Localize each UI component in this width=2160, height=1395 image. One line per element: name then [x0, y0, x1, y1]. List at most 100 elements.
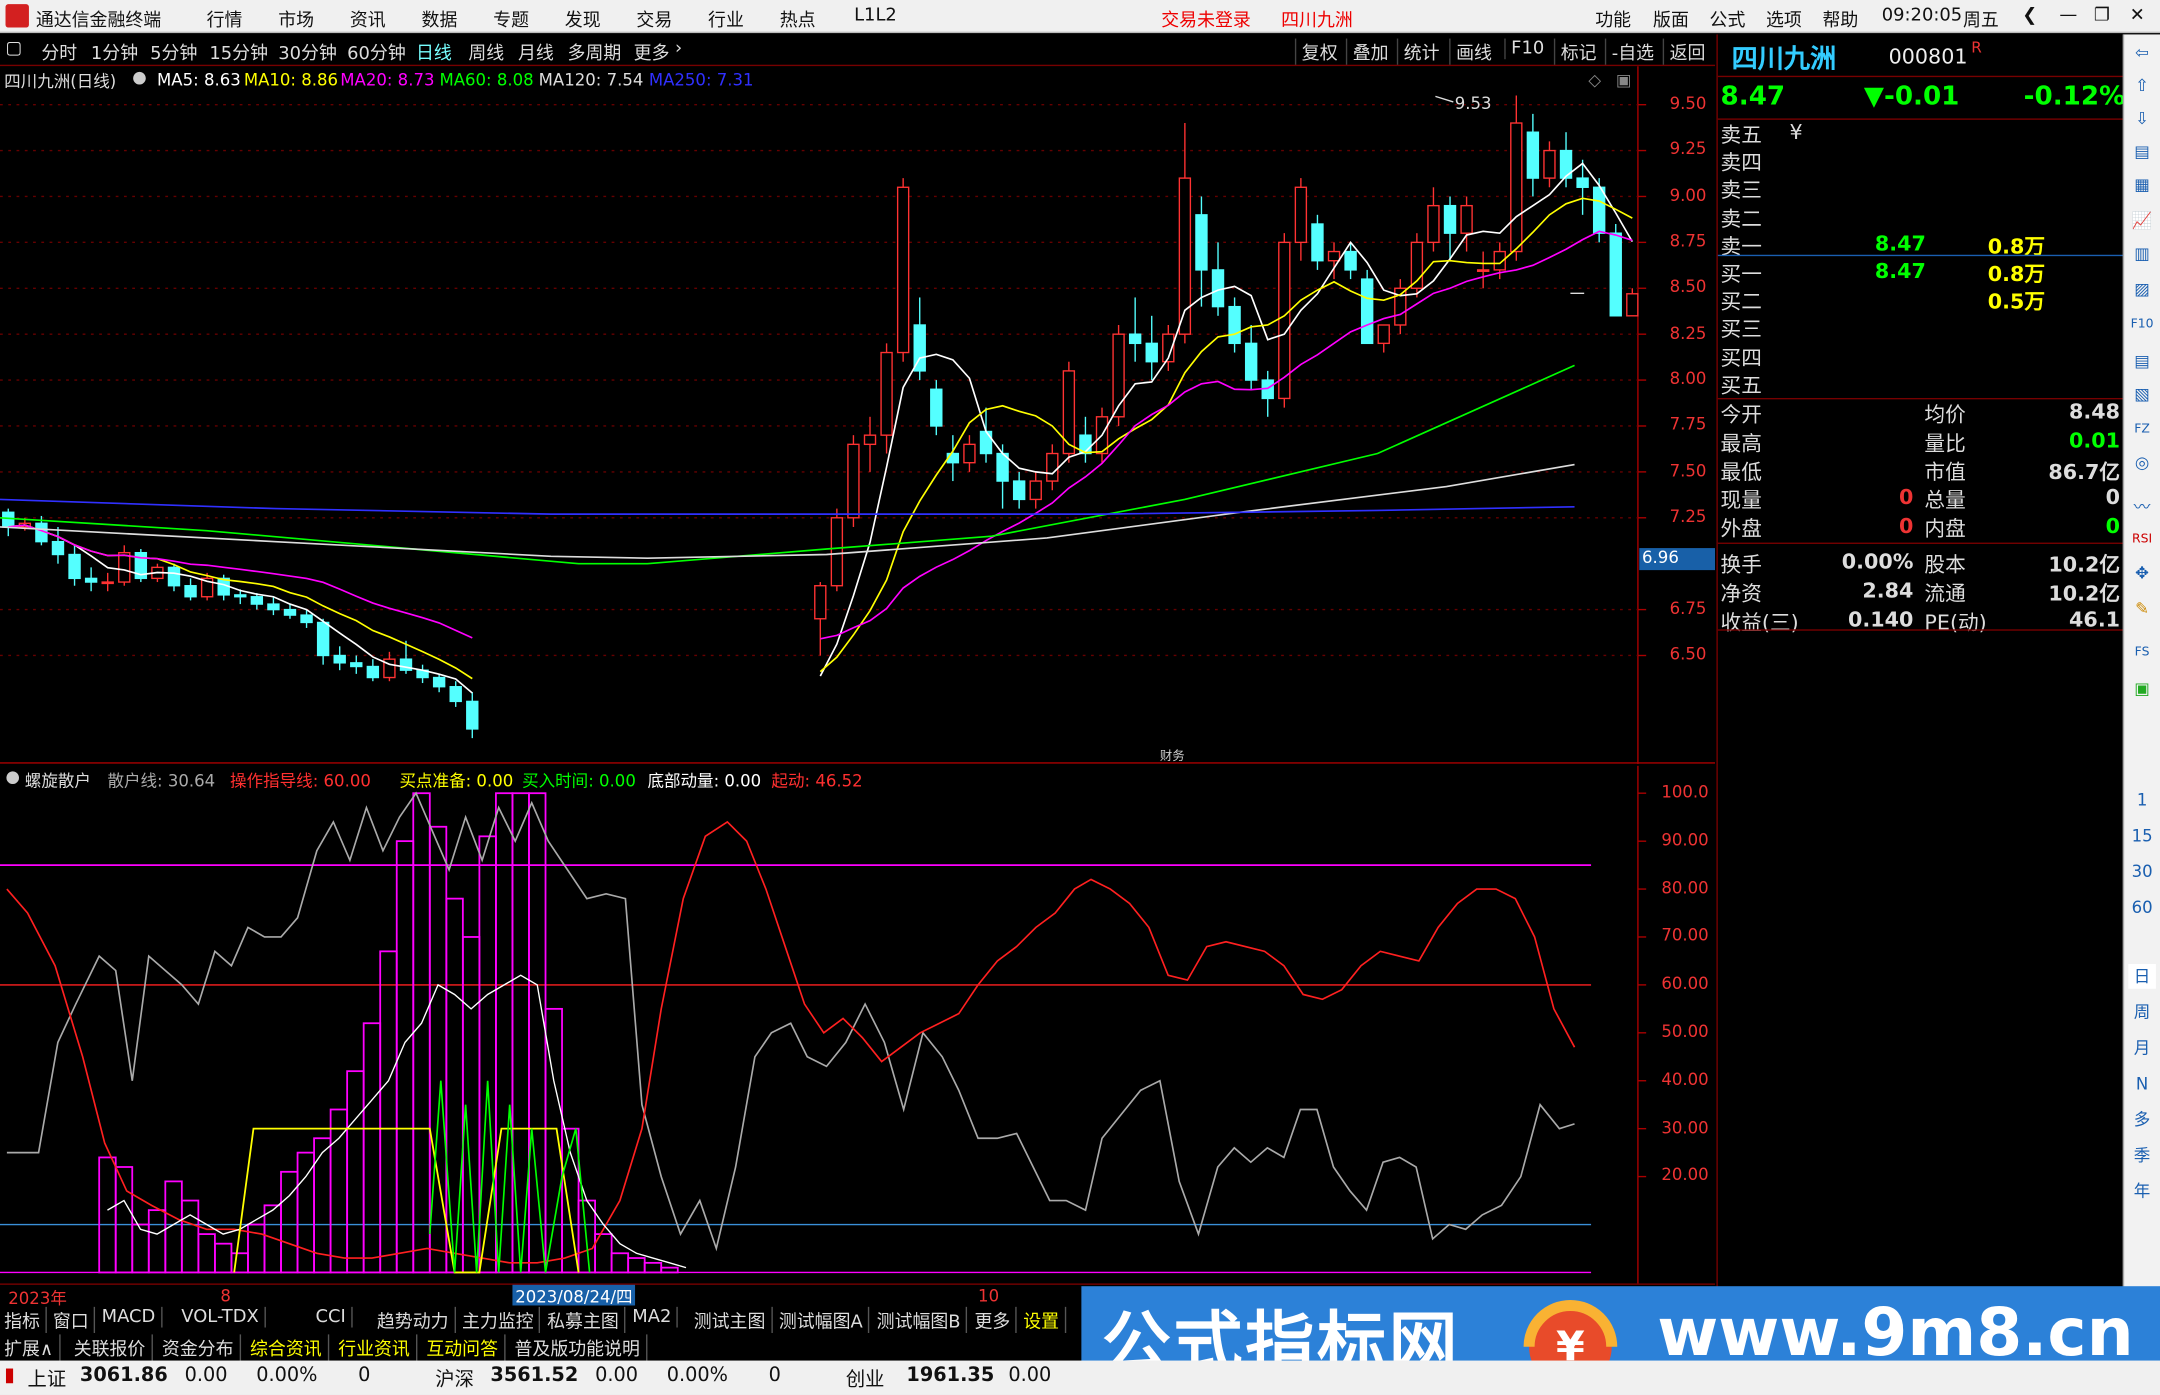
fz-icon[interactable]: FZ: [2128, 417, 2156, 442]
period-shortcut[interactable]: 日: [2128, 963, 2156, 989]
order-book-row[interactable]: 买五: [1721, 370, 2120, 398]
news-icon[interactable]: ▨: [2128, 277, 2156, 302]
grid-icon[interactable]: ▦: [2128, 172, 2156, 197]
indicator-chart[interactable]: ● 螺旋散户 散户线: 30.64 操作指导线: 60.00 买点准备: 0.00 买…: [0, 765, 1715, 1284]
index-label[interactable]: 上证: [28, 1365, 67, 1393]
indicator-tab[interactable]: MA2: [632, 1306, 679, 1328]
wave-icon[interactable]: 〰: [2128, 494, 2156, 519]
square-icon[interactable]: ▢: [6, 39, 23, 60]
rsi-icon[interactable]: RSI: [2128, 527, 2156, 552]
menu-item[interactable]: 行情: [207, 6, 243, 32]
period-shortcut[interactable]: 季: [2128, 1143, 2156, 1168]
arrow-down-icon[interactable]: ⇩: [2128, 106, 2156, 131]
order-book-row[interactable]: 买一 8.47 0.8万: [1721, 259, 2120, 287]
menu-options[interactable]: 选项: [1766, 6, 1802, 32]
menu-item[interactable]: 发现: [565, 6, 601, 32]
menu-layout[interactable]: 版面: [1653, 6, 1689, 32]
back-icon[interactable]: ❮: [2022, 6, 2037, 27]
indicator-tab[interactable]: 更多: [974, 1306, 1018, 1334]
indicator-tab[interactable]: 测试主图: [694, 1306, 773, 1334]
indicator-tab[interactable]: CCI: [315, 1306, 353, 1328]
order-book-row[interactable]: 卖五 ¥: [1721, 120, 2120, 148]
target-icon[interactable]: ◎: [2128, 450, 2156, 475]
period-shortcut[interactable]: 1: [2128, 788, 2156, 813]
finance-marker[interactable]: 财务: [1160, 746, 1185, 765]
main-chart[interactable]: 四川九洲(日线) ● MA5: 8.63 MA10: 8.86 MA20: 8.73…: [0, 66, 1716, 765]
tool-button[interactable]: 画线: [1449, 38, 1492, 65]
info-tab[interactable]: 资金分布: [162, 1334, 241, 1361]
order-book-row[interactable]: 卖四: [1721, 148, 2120, 175]
period-shortcut[interactable]: N: [2128, 1071, 2156, 1096]
tool-button[interactable]: -自选: [1604, 38, 1654, 65]
period-tab[interactable]: 周线: [468, 39, 504, 65]
indicator-tab[interactable]: 设置: [1023, 1306, 1066, 1334]
period-tab[interactable]: 30分钟: [278, 39, 337, 65]
order-book-row[interactable]: 买四: [1721, 342, 2120, 370]
menu-item[interactable]: L1L2: [854, 6, 897, 27]
order-book-row[interactable]: 买二 0.5万: [1721, 287, 2120, 314]
period-shortcut[interactable]: 60: [2128, 895, 2156, 920]
candle-icon[interactable]: ▥: [2128, 241, 2156, 266]
info-tab[interactable]: 扩展∧: [4, 1334, 60, 1361]
indicator-tab[interactable]: 主力监控: [462, 1306, 541, 1334]
minimize-icon[interactable]: —: [2059, 6, 2077, 27]
list-icon[interactable]: ▤: [2128, 348, 2156, 373]
menu-item[interactable]: 数据: [422, 6, 458, 32]
period-tab[interactable]: 15分钟: [209, 39, 268, 65]
period-shortcut[interactable]: 15: [2128, 823, 2156, 848]
image-icon[interactable]: ▣: [2128, 676, 2156, 701]
order-book-row[interactable]: 卖三: [1721, 175, 2120, 203]
fs-icon[interactable]: FS: [2128, 640, 2156, 665]
chevron-right-icon[interactable]: ›: [675, 39, 682, 60]
line-chart-icon[interactable]: 📈: [2128, 208, 2156, 233]
indicator-tab[interactable]: 窗口: [53, 1306, 96, 1334]
menu-item[interactable]: 资讯: [350, 6, 386, 32]
tool-button[interactable]: 统计: [1396, 38, 1440, 65]
period-shortcut[interactable]: 周: [2128, 1000, 2156, 1025]
period-shortcut[interactable]: 年: [2128, 1179, 2156, 1204]
indicator-tab[interactable]: 指标: [4, 1306, 47, 1334]
move-icon[interactable]: ✥: [2128, 560, 2156, 585]
order-book-row[interactable]: 卖二: [1721, 203, 2120, 231]
period-tab[interactable]: 分时: [41, 39, 77, 65]
tool-button[interactable]: 复权: [1294, 38, 1338, 65]
menu-item[interactable]: 交易: [636, 6, 672, 32]
info-tab[interactable]: 行业资讯: [338, 1334, 417, 1361]
period-shortcut[interactable]: 月: [2128, 1036, 2156, 1061]
indicator-tab[interactable]: 私募主图: [547, 1306, 626, 1334]
period-tab-active[interactable]: 日线: [416, 39, 452, 65]
menu-function[interactable]: 功能: [1595, 6, 1631, 32]
panel-icon[interactable]: ▣: [1616, 70, 1632, 89]
order-book-row[interactable]: 买三: [1721, 315, 2120, 342]
info-tab[interactable]: 关联报价: [74, 1334, 153, 1361]
index-label[interactable]: 创业: [846, 1365, 885, 1393]
period-tab[interactable]: 多周期: [568, 39, 622, 65]
tool-button[interactable]: 叠加: [1345, 38, 1389, 65]
indicator-tab[interactable]: MACD: [102, 1306, 163, 1328]
period-tab[interactable]: 月线: [518, 39, 554, 65]
tool-button[interactable]: 标记: [1553, 38, 1597, 65]
indicator-tab[interactable]: 趋势动力: [377, 1306, 456, 1334]
circle-icon[interactable]: ●: [132, 67, 146, 86]
period-tab[interactable]: 更多: [634, 39, 670, 65]
arrow-left-icon[interactable]: ⇦: [2128, 40, 2156, 65]
period-tab[interactable]: 5分钟: [150, 39, 197, 65]
arrow-up-icon[interactable]: ⇧: [2128, 73, 2156, 98]
indicator-tab[interactable]: 测试幅图B: [877, 1306, 968, 1334]
period-tab[interactable]: 60分钟: [347, 39, 406, 65]
restore-icon[interactable]: ❐: [2094, 6, 2110, 27]
period-tab[interactable]: 1分钟: [91, 39, 138, 65]
menu-item[interactable]: 热点: [780, 6, 816, 32]
login-status[interactable]: 交易未登录: [1161, 6, 1251, 32]
tool-button[interactable]: F10: [1504, 38, 1544, 60]
circle-icon[interactable]: ●: [6, 767, 20, 786]
menu-item[interactable]: 市场: [278, 6, 314, 32]
menu-item[interactable]: 行业: [708, 6, 744, 32]
bar-chart-icon[interactable]: ▤: [2128, 139, 2156, 164]
doc-icon[interactable]: ▧: [2128, 381, 2156, 406]
tool-button[interactable]: 返回: [1662, 38, 1705, 65]
f10-icon[interactable]: F10: [2128, 313, 2156, 338]
menu-help[interactable]: 帮助: [1822, 6, 1858, 32]
index-label[interactable]: 沪深: [435, 1365, 474, 1393]
indicator-tab[interactable]: VOL-TDX: [181, 1306, 266, 1328]
